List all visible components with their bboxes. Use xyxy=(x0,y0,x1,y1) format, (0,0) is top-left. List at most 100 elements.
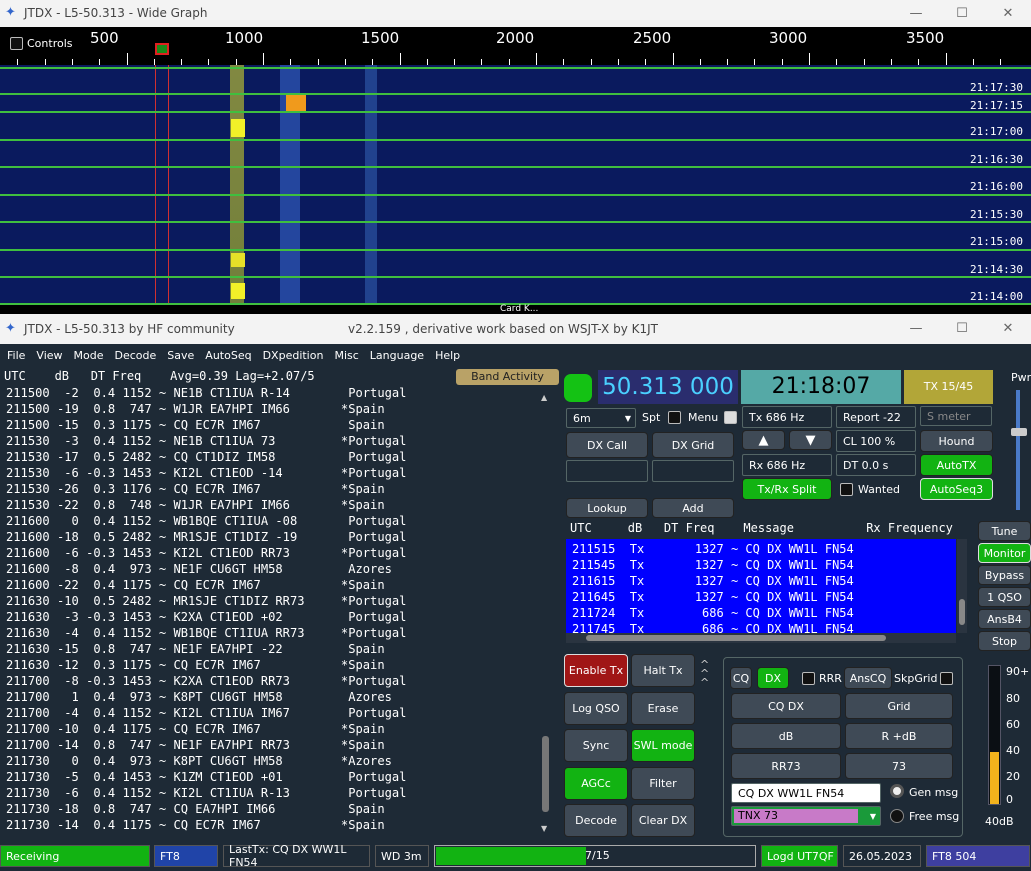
cq-dx-button[interactable]: CQ DX xyxy=(731,693,841,719)
log-qso-button[interactable]: Log QSO xyxy=(564,692,628,725)
scroll-up-icon[interactable]: ▲ xyxy=(541,393,547,402)
cl-spinbox[interactable]: CL 100 % xyxy=(836,430,916,452)
rx-frequency-row[interactable]: 211724 Tx 686 ~ CQ DX WW1L FN54 xyxy=(572,605,854,621)
frequency-scale[interactable]: Controls 500 1000 1500 2000 2500 3000 35… xyxy=(0,27,1031,65)
sync-button[interactable]: Sync xyxy=(564,729,628,762)
lookup-button[interactable]: Lookup xyxy=(566,498,648,518)
band-activity-row[interactable]: 211700 -14 0.8 747 ~ NE1F EA7HPI RR73 *S… xyxy=(6,737,536,753)
enable-tx-button[interactable]: Enable Tx xyxy=(564,654,628,687)
swl-mode-button[interactable]: SWL mode xyxy=(631,729,695,762)
tune-button[interactable]: Tune xyxy=(978,521,1031,541)
clear-dx-button[interactable]: Clear DX xyxy=(631,804,695,837)
close-icon[interactable]: ✕ xyxy=(985,314,1031,344)
band-activity-list[interactable]: 211500 -2 0.4 1152 ~ NE1B CT1IUA R-14 Po… xyxy=(6,385,536,837)
dt-spinbox[interactable]: DT 0.0 s xyxy=(836,454,916,476)
dx-grid-input[interactable] xyxy=(652,460,734,482)
band-activity-row[interactable]: 211600 -6 -0.3 1453 ~ KI2L CT1EOD RR73 *… xyxy=(6,545,536,561)
scroll-down-icon[interactable]: ▼ xyxy=(541,824,547,833)
dx-call-input[interactable] xyxy=(566,460,648,482)
band-activity-row[interactable]: 211600 -18 0.5 2482 ~ MR1SJE CT1DIZ -19 … xyxy=(6,529,536,545)
cq-button[interactable]: CQ xyxy=(730,667,752,689)
controls-check-icon[interactable] xyxy=(10,37,23,50)
rx-frequency-row[interactable]: 211645 Tx 1327 ~ CQ DX WW1L FN54 xyxy=(572,589,854,605)
grid-button[interactable]: Grid xyxy=(845,693,953,719)
band-activity-row[interactable]: 211500 -2 0.4 1152 ~ NE1B CT1IUA R-14 Po… xyxy=(6,385,536,401)
band-activity-row[interactable]: 211700 -10 0.4 1175 ~ CQ EC7R IM67 *Spai… xyxy=(6,721,536,737)
band-activity-row[interactable]: 211530 -6 -0.3 1453 ~ KI2L CT1EOD -14 *P… xyxy=(6,465,536,481)
band-activity-row[interactable]: 211700 1 0.4 973 ~ K8PT CU6GT HM58 Azore… xyxy=(6,689,536,705)
agcc-button[interactable]: AGCc xyxy=(564,767,628,800)
band-activity-row[interactable]: 211600 -22 0.4 1175 ~ CQ EC7R IM67 *Spai… xyxy=(6,577,536,593)
band-activity-scrollbar[interactable]: ▲ ▼ xyxy=(540,391,551,833)
rx-hscroll-thumb[interactable] xyxy=(586,635,886,641)
autotx-button[interactable]: AutoTX xyxy=(920,454,993,476)
band-activity-row[interactable]: 211630 -10 0.5 2482 ~ MR1SJE CT1DIZ RR73… xyxy=(6,593,536,609)
free-msg-radio[interactable] xyxy=(890,809,904,823)
band-activity-row[interactable]: 211530 -3 0.4 1152 ~ NE1B CT1IUA 73 *Por… xyxy=(6,433,536,449)
menu-help[interactable]: Help xyxy=(435,349,460,362)
band-activity-row[interactable]: 211600 0 0.4 1152 ~ WB1BQE CT1IUA -08 Po… xyxy=(6,513,536,529)
wanted-checkbox[interactable] xyxy=(840,483,853,496)
band-activity-row[interactable]: 211530 -22 0.8 748 ~ W1JR EA7HPI IM66 *S… xyxy=(6,497,536,513)
bypass-button[interactable]: Bypass xyxy=(978,565,1031,585)
down-arrow-button[interactable]: ▼ xyxy=(789,430,832,450)
dx-toggle-button[interactable]: DX xyxy=(757,667,789,689)
close-icon[interactable]: ✕ xyxy=(985,0,1031,27)
free-msg-select[interactable]: TNX 73 ▼ xyxy=(731,806,881,826)
dx-grid-button[interactable]: DX Grid xyxy=(652,432,734,458)
rx-vscroll-thumb[interactable] xyxy=(959,599,965,625)
monitor-button[interactable]: Monitor xyxy=(978,543,1031,563)
band-activity-row[interactable]: 211730 -18 0.8 747 ~ CQ EA7HPI IM66 Spai… xyxy=(6,801,536,817)
band-activity-row[interactable]: 211630 -4 0.4 1152 ~ WB1BQE CT1IUA RR73 … xyxy=(6,625,536,641)
skpgrid-checkbox[interactable] xyxy=(940,672,953,685)
rx-frequency-row[interactable]: 211515 Tx 1327 ~ CQ DX WW1L FN54 xyxy=(572,541,854,557)
menu-autoseq[interactable]: AutoSeq xyxy=(205,349,251,362)
menu-view[interactable]: View xyxy=(36,349,62,362)
txrx-split-button[interactable]: Tx/Rx Split xyxy=(742,478,832,500)
report-spinbox[interactable]: Report -22 xyxy=(836,406,916,428)
scroll-thumb[interactable] xyxy=(542,736,549,812)
band-activity-row[interactable]: 211630 -3 -0.3 1453 ~ K2XA CT1EOD +02 Po… xyxy=(6,609,536,625)
seventy-three-button[interactable]: 73 xyxy=(845,753,953,779)
up-arrow-button[interactable]: ▲ xyxy=(742,430,785,450)
pwr-slider-track[interactable] xyxy=(1016,390,1020,510)
band-activity-row[interactable]: 211530 -26 0.3 1176 ~ CQ EC7R IM67 *Spai… xyxy=(6,481,536,497)
band-activity-row[interactable]: 211630 -15 0.8 747 ~ NE1F EA7HPI -22 Spa… xyxy=(6,641,536,657)
spt-checkbox[interactable] xyxy=(668,411,681,424)
band-activity-row[interactable]: 211730 0 0.4 973 ~ K8PT CU6GT HM58 *Azor… xyxy=(6,753,536,769)
pwr-slider-handle[interactable] xyxy=(1011,428,1027,436)
menu-decode[interactable]: Decode xyxy=(115,349,157,362)
filter-button[interactable]: Filter xyxy=(631,767,695,800)
controls-checkbox[interactable]: Controls xyxy=(10,37,73,50)
menu-misc[interactable]: Misc xyxy=(334,349,358,362)
db-button[interactable]: dB xyxy=(731,723,841,749)
rx-vscrollbar[interactable] xyxy=(957,539,967,633)
menu-dxpedition[interactable]: DXpedition xyxy=(263,349,324,362)
decode-button[interactable]: Decode xyxy=(564,804,628,837)
band-activity-button[interactable]: Band Activity xyxy=(456,369,559,385)
chevron-stack-icon[interactable]: ^ ^ ^ xyxy=(700,659,722,690)
maximize-icon[interactable]: ☐ xyxy=(939,314,985,344)
rx-hscrollbar[interactable] xyxy=(566,633,956,643)
one-qso-button[interactable]: 1 QSO xyxy=(978,587,1031,607)
band-activity-row[interactable]: 211730 -5 0.4 1453 ~ K1ZM CT1EOD +01 Por… xyxy=(6,769,536,785)
rx-frequency-row[interactable]: 211615 Tx 1327 ~ CQ DX WW1L FN54 xyxy=(572,573,854,589)
hound-button[interactable]: Hound xyxy=(920,430,993,452)
gen-msg-radio[interactable] xyxy=(890,784,904,798)
band-activity-row[interactable]: 211500 -15 0.3 1175 ~ CQ EC7R IM67 Spain xyxy=(6,417,536,433)
band-activity-row[interactable]: 211630 -12 0.3 1175 ~ CQ EC7R IM67 *Spai… xyxy=(6,657,536,673)
gen-msg-input[interactable]: CQ DX WW1L FN54 xyxy=(731,783,881,803)
ansb4-button[interactable]: AnsB4 xyxy=(978,609,1031,629)
anscq-button[interactable]: AnsCQ xyxy=(844,667,892,689)
erase-button[interactable]: Erase xyxy=(631,692,695,725)
minimize-icon[interactable]: — xyxy=(893,314,939,344)
tx-period-button[interactable]: TX 15/45 xyxy=(904,370,993,404)
r-db-button[interactable]: R +dB xyxy=(845,723,953,749)
band-activity-row[interactable]: 211730 -14 0.4 1175 ~ CQ EC7R IM67 *Spai… xyxy=(6,817,536,833)
rx-frequency-panel[interactable]: 211515 Tx 1327 ~ CQ DX WW1L FN54 211545 T… xyxy=(566,539,956,636)
band-activity-row[interactable]: 211500 -19 0.8 747 ~ W1JR EA7HPI IM66 *S… xyxy=(6,401,536,417)
band-select[interactable]: 6m ▼ xyxy=(566,408,636,428)
tx-frequency-spinbox[interactable]: Tx 686 Hz xyxy=(742,406,832,428)
menu-language[interactable]: Language xyxy=(370,349,424,362)
rrr-checkbox[interactable] xyxy=(802,672,815,685)
